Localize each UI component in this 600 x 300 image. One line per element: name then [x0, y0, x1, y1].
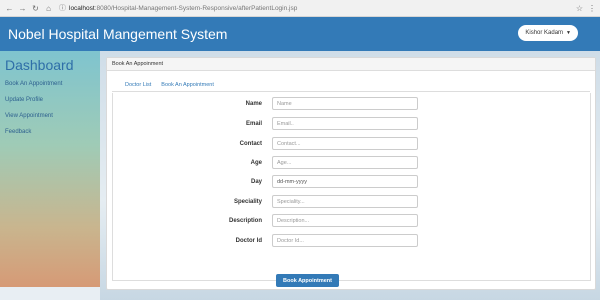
home-icon[interactable]: ⌂: [43, 3, 54, 14]
sidebar: Dashboard Book An Appointment Update Pro…: [0, 51, 100, 287]
info-icon[interactable]: ⓘ: [59, 3, 66, 13]
tab-doctor-list[interactable]: Doctor List: [120, 79, 156, 91]
contact-input[interactable]: Contact...: [272, 137, 418, 150]
speciality-label: Speciality: [233, 198, 262, 205]
user-name: Kishor Kadam: [525, 30, 564, 36]
description-label: Description: [228, 217, 262, 224]
day-date-input[interactable]: dd-mm-yyyy: [272, 175, 418, 188]
sidebar-title: Dashboard: [5, 57, 74, 73]
name-label: Name: [245, 100, 262, 107]
doctor-id-input[interactable]: Doctor Id...: [272, 234, 418, 247]
tab-book-appointment[interactable]: Book An Appointment: [156, 79, 219, 91]
email-input[interactable]: Email..: [272, 117, 418, 130]
url-host: localhost: [69, 4, 95, 12]
form-row-age: Age Age...: [113, 156, 418, 169]
book-appointment-button[interactable]: Book Appointment: [276, 274, 339, 287]
contact-label: Contact: [239, 140, 262, 147]
sidebar-item-update-profile[interactable]: Update Profile: [5, 97, 95, 103]
back-icon[interactable]: ←: [4, 3, 15, 14]
bookmark-star-icon[interactable]: ☆: [576, 4, 583, 13]
age-input[interactable]: Age...: [272, 156, 418, 169]
form-row-description: Description Description...: [113, 214, 418, 227]
form-row-contact: Contact Contact...: [113, 137, 418, 150]
appointment-form: Name Name Email Email.. Contact Contact.…: [112, 93, 591, 281]
forward-icon[interactable]: →: [17, 3, 28, 14]
panel-heading: Book An Appoinment: [107, 58, 595, 71]
form-row-day: Day dd-mm-yyyy: [113, 175, 418, 188]
tab-bar: Doctor List Book An Appointment: [112, 71, 590, 92]
caret-down-icon: ▼: [566, 30, 571, 36]
doctor-id-label: Doctor Id: [235, 237, 262, 244]
url-path: :8080/Hospital-Management-System-Respons…: [94, 4, 298, 12]
form-row-speciality: Speciality Speciality...: [113, 195, 418, 208]
form-row-name: Name Name: [113, 97, 418, 110]
menu-icon[interactable]: ⋮: [588, 4, 596, 13]
sidebar-item-feedback[interactable]: Feedback: [5, 129, 95, 135]
speciality-input[interactable]: Speciality...: [272, 195, 418, 208]
browser-toolbar: ← → ↻ ⌂ ⓘ localhost :8080/Hospital-Manag…: [0, 0, 600, 17]
day-label: Day: [250, 178, 262, 185]
app-title[interactable]: Nobel Hospital Mangement System: [8, 26, 227, 42]
name-input[interactable]: Name: [272, 97, 418, 110]
form-row-email: Email Email..: [113, 117, 418, 130]
appointment-panel: Book An Appoinment Doctor List Book An A…: [106, 57, 596, 290]
form-row-doctor-id: Doctor Id Doctor Id...: [113, 234, 418, 247]
age-label: Age: [250, 159, 262, 166]
reload-icon[interactable]: ↻: [30, 3, 41, 14]
user-menu-button[interactable]: Kishor Kadam ▼: [518, 25, 578, 41]
sidebar-item-view-appointment[interactable]: View Appointment: [5, 113, 95, 119]
description-input[interactable]: Description...: [272, 214, 418, 227]
address-bar[interactable]: ⓘ localhost :8080/Hospital-Management-Sy…: [59, 2, 571, 14]
email-label: Email: [245, 120, 262, 127]
sidebar-item-book-appointment[interactable]: Book An Appointment: [5, 81, 95, 87]
app-header: Nobel Hospital Mangement System Kishor K…: [0, 17, 600, 51]
